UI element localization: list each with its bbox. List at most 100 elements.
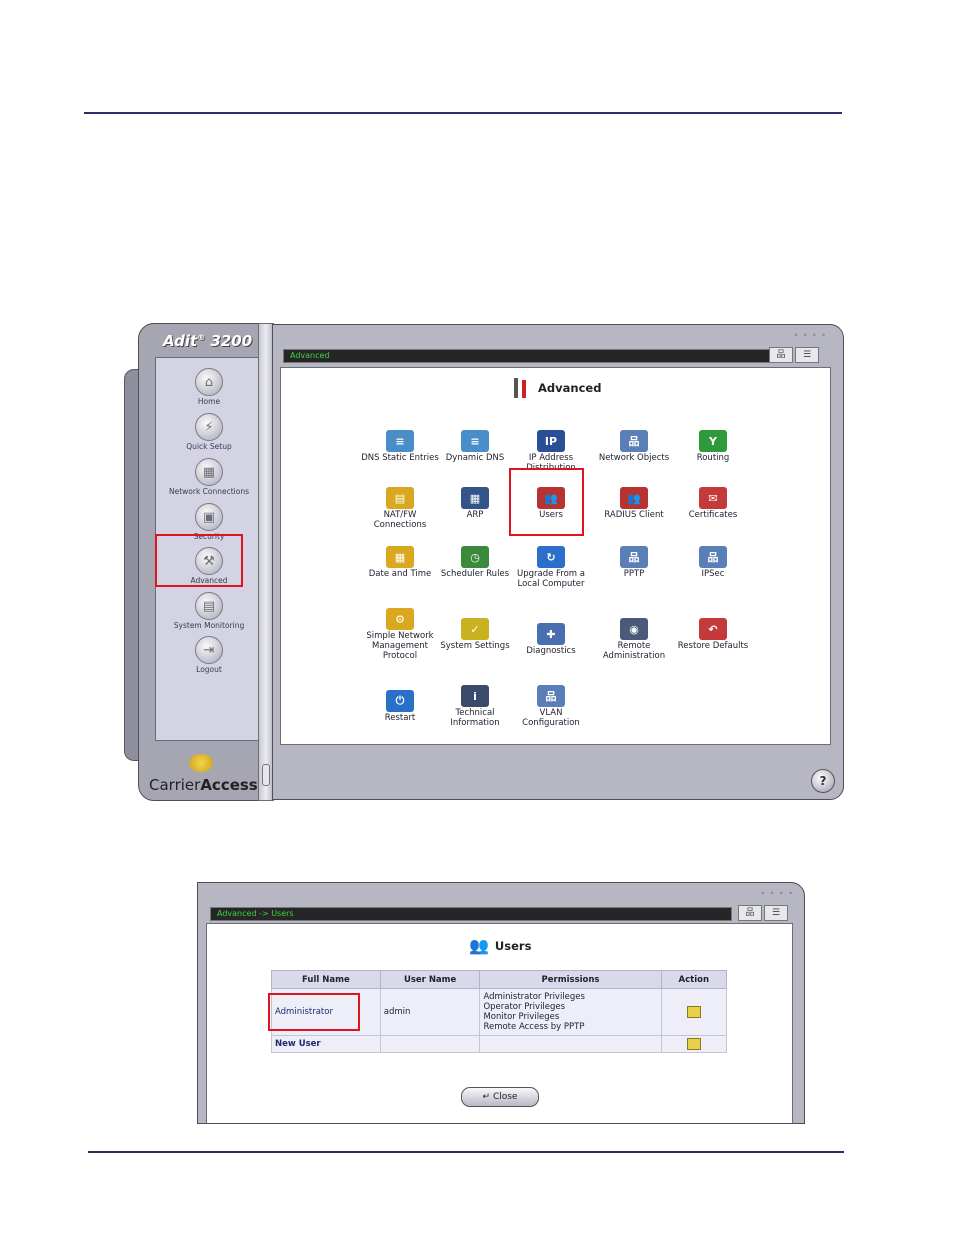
technical-information-link[interactable]: i Technical Information — [436, 685, 514, 728]
edit-user-icon[interactable] — [686, 1006, 701, 1018]
user-name-cell: admin — [379, 988, 481, 1036]
breadcrumb: Advanced -> Users — [210, 907, 732, 921]
column-header-permissions: Permissions — [479, 970, 662, 989]
main-panel: • • • • Advanced 品 ☰ Advanced ≡ DNS Stat… — [272, 324, 844, 800]
restart-link[interactable]: ⏻ Restart — [361, 690, 439, 723]
column-header-full-name: Full Name — [271, 970, 381, 989]
carrier-access-logo: CarrierAccess — [149, 754, 269, 798]
logo-text: CarrierAccess — [149, 776, 258, 794]
system-settings-link[interactable]: ✓ System Settings — [436, 618, 514, 651]
network-icon: ▦ — [195, 458, 223, 486]
highlight-advanced — [155, 534, 243, 587]
date-and-time-link[interactable]: ▦ Date and Time — [361, 546, 439, 579]
dynamic-dns-icon: ≡ — [461, 430, 489, 452]
page-title: Advanced — [510, 377, 601, 399]
help-button[interactable]: ? — [811, 769, 835, 793]
lightning-icon: ⚡ — [195, 413, 223, 441]
restore-defaults-link[interactable]: ↶ Restore Defaults — [674, 618, 752, 651]
pptp-link[interactable]: 品 PPTP — [595, 546, 673, 579]
upgrade-icon: ↻ — [537, 546, 565, 568]
calendar-icon: ▦ — [386, 546, 414, 568]
window-grip-dots: • • • • — [760, 889, 794, 898]
network-map-button[interactable]: 品 — [769, 347, 793, 363]
nat-icon: ▤ — [386, 487, 414, 509]
power-icon: ⏻ — [386, 690, 414, 712]
sidebar-item-label: System Monitoring — [173, 621, 245, 630]
divider-grip[interactable] — [262, 764, 270, 786]
sidebar-item-system-monitoring[interactable]: ▤ System Monitoring — [156, 592, 262, 630]
top-rule — [84, 112, 842, 114]
monitor-icon: ▤ — [195, 592, 223, 620]
content-area: Advanced ≡ DNS Static Entries ≡ Dynamic … — [280, 367, 831, 745]
remote-admin-icon: ◉ — [620, 618, 648, 640]
home-icon: ⌂ — [195, 368, 223, 396]
menu-icon: ☰ — [771, 908, 781, 918]
ip-icon: IP — [537, 430, 565, 452]
remote-administration-link[interactable]: ◉ Remote Administration — [595, 618, 673, 661]
sidebar-item-label: Home — [197, 397, 221, 406]
brand-title: Adit® 3200 — [163, 332, 253, 350]
close-button[interactable]: ↵ Close — [461, 1087, 539, 1107]
network-map-icon: 品 — [776, 350, 786, 360]
back-arrow-icon: ↵ — [482, 1092, 491, 1102]
nat-fw-connections-link[interactable]: ▤ NAT/FW Connections — [361, 487, 439, 530]
sidebar-item-quick-setup[interactable]: ⚡ Quick Setup — [156, 413, 262, 451]
ipsec-link[interactable]: 品 IPSec — [674, 546, 752, 579]
network-map-button[interactable]: 品 — [738, 905, 762, 921]
logout-icon: ⇥ — [195, 636, 223, 664]
pptp-icon: 品 — [620, 546, 648, 568]
empty-cell — [379, 1035, 481, 1053]
ipsec-icon: 品 — [699, 546, 727, 568]
certificates-link[interactable]: ✉ Certificates — [674, 487, 752, 520]
page-title: 👥 Users — [469, 936, 532, 955]
adit-advanced-window: Adit® 3200 ⌂ Home ⚡ Quick Setup ▦ Networ… — [124, 323, 844, 801]
upgrade-from-local-computer-link[interactable]: ↻ Upgrade From a Local Computer — [512, 546, 590, 589]
users-icon: 👥 — [469, 936, 489, 955]
dynamic-dns-link[interactable]: ≡ Dynamic DNS — [436, 430, 514, 463]
logo-swoosh-icon — [189, 754, 213, 772]
arp-link[interactable]: ▦ ARP — [436, 487, 514, 520]
menu-button[interactable]: ☰ — [764, 905, 788, 921]
settings-icon: ✓ — [461, 618, 489, 640]
window-grip-dots: • • • • — [793, 331, 827, 340]
vlan-configuration-link[interactable]: 品 VLAN Configuration — [512, 685, 590, 728]
clock-icon: ◷ — [461, 546, 489, 568]
radius-client-link[interactable]: 👥 RADIUS Client — [595, 487, 673, 520]
breadcrumb: Advanced — [283, 349, 771, 363]
bottom-rule — [88, 1151, 844, 1153]
users-window: • • • • Advanced -> Users 品 ☰ 👥 Users Fu… — [197, 882, 805, 1124]
highlight-users — [509, 468, 584, 536]
diagnostics-icon: ✚ — [537, 623, 565, 645]
scheduler-rules-link[interactable]: ◷ Scheduler Rules — [436, 546, 514, 579]
ip-address-distribution-link[interactable]: IP IP Address Distribution — [512, 430, 590, 473]
menu-icon: ☰ — [802, 350, 812, 360]
tools-icon — [510, 377, 532, 399]
menu-button[interactable]: ☰ — [795, 347, 819, 363]
radius-icon: 👥 — [620, 487, 648, 509]
dns-static-entries-link[interactable]: ≡ DNS Static Entries — [361, 430, 439, 463]
certificate-icon: ✉ — [699, 487, 727, 509]
routing-icon: Y — [699, 430, 727, 452]
table-header-row: Full Name User Name Permissions Action — [271, 970, 728, 989]
empty-cell — [479, 1035, 662, 1053]
sidebar-item-home[interactable]: ⌂ Home — [156, 368, 262, 406]
snmp-link[interactable]: ⚙ Simple Network Management Protocol — [361, 608, 439, 661]
action-cell — [660, 1035, 728, 1053]
sidebar-item-network-connections[interactable]: ▦ Network Connections — [156, 458, 262, 496]
column-header-user-name: User Name — [379, 970, 481, 989]
sidebar-item-label: Network Connections — [168, 487, 250, 496]
dns-icon: ≡ — [386, 430, 414, 452]
network-objects-icon: 品 — [620, 430, 648, 452]
new-user-row[interactable]: New User — [271, 1035, 728, 1053]
diagnostics-link[interactable]: ✚ Diagnostics — [512, 623, 590, 656]
restore-icon: ↶ — [699, 618, 727, 640]
add-user-icon[interactable] — [686, 1038, 701, 1050]
new-user-link[interactable]: New User — [271, 1035, 381, 1053]
routing-link[interactable]: Y Routing — [674, 430, 752, 463]
permissions-cell: Administrator Privileges Operator Privil… — [479, 988, 662, 1036]
help-icon: ? — [819, 774, 827, 788]
network-objects-link[interactable]: 品 Network Objects — [595, 430, 673, 463]
snmp-icon: ⚙ — [386, 608, 414, 630]
sidebar-item-label: Logout — [196, 665, 222, 674]
sidebar-item-logout[interactable]: ⇥ Logout — [156, 636, 262, 674]
